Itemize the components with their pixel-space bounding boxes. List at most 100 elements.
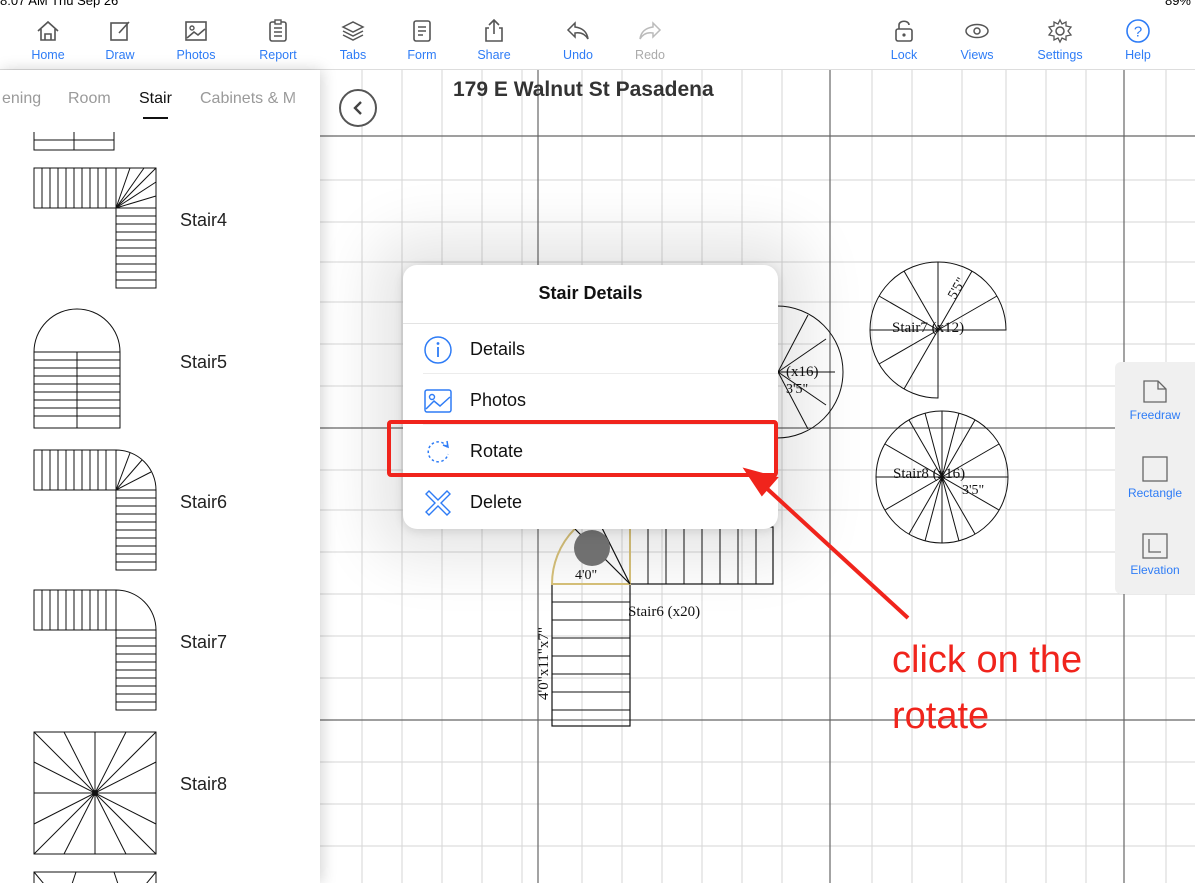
toolbar-photos-label: Photos [176,48,216,62]
rectangle-button[interactable]: Rectangle [1115,456,1195,500]
views-icon [965,23,989,39]
toolbar-help-button[interactable]: ? Help [1106,18,1170,62]
spiral-c-dim-text: 3'5" [786,382,808,397]
stair7-label: Stair7 [180,632,228,652]
toolbar-tabs-label: Tabs [339,48,367,62]
home-icon [37,20,59,41]
stair-item-stair5[interactable]: Stair5 [0,308,320,442]
stair6-preview [33,449,157,571]
menu-item-delete[interactable]: Delete [403,477,778,527]
menu-item-details[interactable]: Details [403,324,778,374]
form-icon [413,20,431,42]
tab-cabinets[interactable]: Cabinets & M [200,90,296,108]
annotation-text: click on the rotate [892,639,1083,737]
toolbar-share-label: Share [477,48,511,62]
top-toolbar: Home Draw Photos Report Tabs Form Share … [0,8,1195,70]
spiral-c-text: (x16) [786,364,819,380]
spiral-a-text: Stair7 (x12) [892,320,964,336]
menu-item-photos[interactable]: Photos [403,375,778,425]
freedraw-icon [1143,380,1167,403]
stair5-preview [33,308,121,429]
rotate-icon [427,440,449,463]
spiral-b-text: Stair8 (x16) [893,466,965,482]
chevron-left-icon [353,101,362,115]
toolbar-redo-button[interactable]: Redo [618,18,682,62]
menu-item-delete-label: Delete [470,492,523,512]
toolbar-draw-button[interactable]: Draw [88,18,152,62]
status-bar: 8:07 AM Thu Sep 26 89% [0,0,1195,8]
stair6-width-text: 4'0" [575,568,597,583]
redo-icon [639,21,662,40]
photo-icon [424,389,452,413]
elevation-button[interactable]: Elevation [1115,533,1195,577]
project-address: 179 E Walnut St Pasadena [453,78,714,101]
stair4-label: Stair4 [180,210,228,230]
tab-opening[interactable]: ening [2,90,41,108]
info-icon [424,336,452,364]
stair-item-stair7[interactable]: Stair7 [0,588,320,722]
stair6-label: Stair6 [180,492,228,512]
tabs-icon [341,21,365,41]
toolbar-draw-label: Draw [105,48,135,62]
stair-item-stair8[interactable]: Stair8 [0,730,320,864]
stair-item-stair4[interactable]: Stair4 [0,166,320,300]
toolbar-lock-label: Lock [890,48,918,62]
stair8-preview [33,731,157,855]
toolbar-form-button[interactable]: Form [390,18,454,62]
status-time: 8:07 AM Thu Sep 26 [0,0,119,8]
tab-stair[interactable]: Stair [139,90,172,119]
stair-details-popup: Stair Details Details Photos Rotate Dele… [403,265,778,529]
stair-item-stair6[interactable]: Stair6 [0,448,320,582]
toolbar-views-button[interactable]: Views [945,18,1009,62]
stair-next-partial-preview [33,871,157,883]
stair6-text: Stair6 (x20) [628,604,700,620]
toolbar-report-button[interactable]: Report [246,18,310,62]
toolbar-settings-button[interactable]: Settings [1028,18,1092,62]
toolbar-share-button[interactable]: Share [462,18,526,62]
stair-partial-preview [33,132,115,151]
elevation-icon [1142,533,1168,559]
toolbar-photos-button[interactable]: Photos [164,18,228,62]
popup-title: Stair Details [538,283,643,303]
shape-tool-panel: Freedraw Rectangle Elevation [1115,362,1195,594]
freedraw-button[interactable]: Freedraw [1115,378,1195,422]
toolbar-home-label: Home [31,48,65,62]
menu-item-details-label: Details [470,339,526,359]
stair6-dim-text: 4'0"x11"x7" [536,627,552,700]
spiral-b-dim-text: 3'5" [962,483,984,498]
back-button[interactable] [339,89,377,127]
rectangle-label: Rectangle [1127,486,1183,500]
spiral-a-dim-text: 5'5" [945,275,969,302]
toolbar-home-button[interactable]: Home [16,18,80,62]
stair4-preview [33,167,157,289]
menu-item-rotate[interactable]: Rotate [403,426,778,476]
menu-item-rotate-label: Rotate [470,441,524,461]
draw-icon [110,21,130,41]
elevation-label: Elevation [1130,563,1180,577]
tab-room[interactable]: Room [68,90,111,108]
stair8-label: Stair8 [180,774,228,794]
object-library-sidebar: ening Room Stair Cabinets & M Stair4 Sta… [0,70,320,883]
toolbar-help-label: Help [1125,48,1151,62]
svg-text:?: ? [1134,24,1142,41]
toolbar-tabs-button[interactable]: Tabs [321,18,385,62]
toolbar-lock-button[interactable]: Lock [872,18,936,62]
lock-icon [895,20,913,42]
toolbar-redo-label: Redo [635,48,665,62]
toolbar-undo-button[interactable]: Undo [546,18,610,62]
stair5-label: Stair5 [180,352,228,372]
toolbar-report-label: Report [259,48,297,62]
status-battery: 89% [1164,0,1191,8]
report-icon [269,19,287,42]
share-icon [485,18,503,42]
toolbar-views-label: Views [960,48,994,62]
freedraw-label: Freedraw [1129,408,1181,422]
library-tabs: ening Room Stair Cabinets & M [0,70,320,122]
toolbar-undo-label: Undo [563,48,593,62]
help-icon: ? [1126,19,1150,43]
toolbar-form-label: Form [407,48,437,62]
stair7-preview [33,589,157,711]
photos-icon [185,21,207,41]
toolbar-settings-label: Settings [1037,48,1083,62]
gear-icon [1047,18,1073,44]
